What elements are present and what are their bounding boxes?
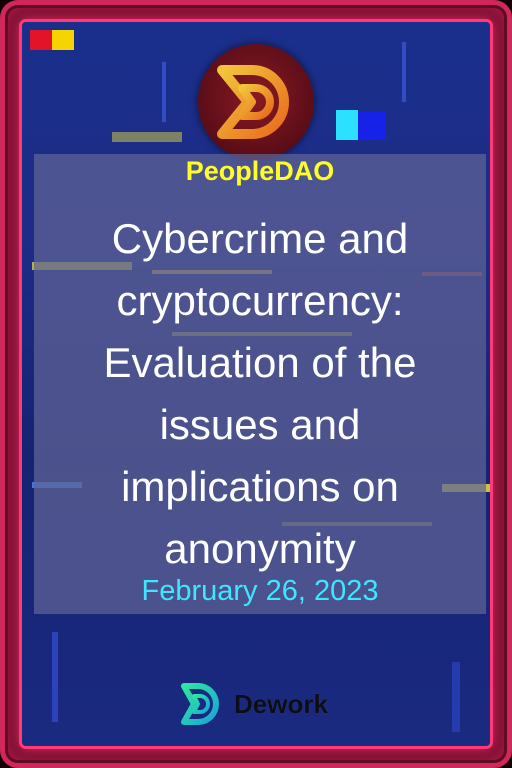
glitch-stripe [402, 42, 406, 102]
glitch-stripe [336, 110, 358, 140]
glitch-stripe [52, 30, 74, 50]
glitch-stripe [162, 62, 166, 122]
glitch-stripe [452, 662, 460, 732]
card-background: PeopleDAO Cybercrime and cryptocurrency:… [22, 22, 490, 746]
glitch-stripe [358, 112, 386, 140]
card-date: February 26, 2023 [141, 575, 379, 607]
org-name: PeopleDAO [185, 156, 335, 186]
glitch-stripe [30, 30, 52, 50]
dework-logo-icon [181, 683, 219, 725]
glitch-stripe [112, 132, 182, 142]
card-title: Cybercrime and cryptocurrency: Evaluatio… [103, 215, 417, 572]
dework-branding: Dework [180, 682, 328, 726]
dework-label: Dework [234, 688, 328, 719]
peopledao-logo-icon [198, 44, 314, 160]
glitch-stripe [52, 632, 58, 722]
